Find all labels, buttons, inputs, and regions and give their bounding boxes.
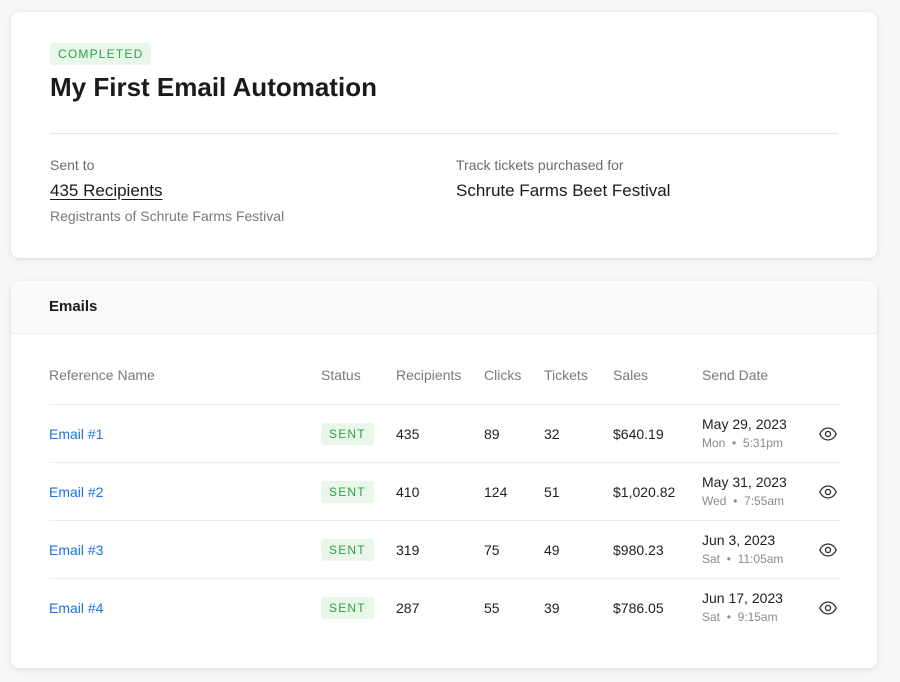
- separator-dot: •: [732, 436, 737, 450]
- eye-icon[interactable]: [819, 427, 837, 441]
- sales-amount: $980.23: [613, 542, 664, 558]
- column-header-sales: Sales: [613, 367, 649, 383]
- recipients-count: 319: [396, 542, 420, 558]
- send-date-detail: Wed • 7:55am: [702, 494, 787, 508]
- email-name-link[interactable]: Email #1: [49, 426, 103, 442]
- clicks-count: 75: [484, 542, 500, 558]
- column-header-clicks: Clicks: [484, 367, 522, 383]
- emails-card: Emails Reference Name Status Recipients …: [11, 281, 877, 668]
- table-row: Email #2 SENT 410 124 51 $1,020.82 May 3…: [49, 462, 840, 520]
- send-date: May 31, 2023 Wed • 7:55am: [702, 474, 787, 508]
- sales-amount: $1,020.82: [613, 484, 676, 500]
- send-date-detail: Sat • 9:15am: [702, 610, 783, 624]
- separator-dot: •: [733, 494, 738, 508]
- send-day: Mon: [702, 436, 726, 450]
- recipients-count: 410: [396, 484, 420, 500]
- separator-dot: •: [726, 610, 731, 624]
- recipients-link[interactable]: 435 Recipients: [50, 181, 162, 201]
- send-date: Jun 3, 2023 Sat • 11:05am: [702, 532, 783, 566]
- send-date-detail: Mon • 5:31pm: [702, 436, 787, 450]
- status-badge: SENT: [321, 597, 374, 619]
- send-time: 5:31pm: [742, 436, 783, 450]
- send-date-main: May 29, 2023: [702, 416, 787, 432]
- recipients-count: 435: [396, 426, 420, 442]
- email-name-link[interactable]: Email #2: [49, 484, 103, 500]
- status-badge: SENT: [321, 423, 374, 445]
- emails-section-title: Emails: [49, 298, 98, 315]
- table-row: Email #3 SENT 319 75 49 $980.23 Jun 3, 2…: [49, 520, 840, 578]
- eye-icon[interactable]: [819, 485, 837, 499]
- column-header-recipients: Recipients: [396, 367, 462, 383]
- sales-amount: $640.19: [613, 426, 664, 442]
- clicks-count: 89: [484, 426, 500, 442]
- tickets-count: 39: [544, 600, 560, 616]
- automation-summary-card: COMPLETED My First Email Automation Sent…: [11, 12, 877, 258]
- separator-dot: •: [726, 552, 731, 566]
- table-row: Email #1 SENT 435 89 32 $640.19 May 29, …: [49, 404, 840, 462]
- tickets-count: 49: [544, 542, 560, 558]
- send-date-main: Jun 17, 2023: [702, 590, 783, 606]
- status-badge: SENT: [321, 481, 374, 503]
- track-tickets-label: Track tickets purchased for: [456, 157, 624, 173]
- tickets-count: 51: [544, 484, 560, 500]
- tickets-count: 32: [544, 426, 560, 442]
- clicks-count: 55: [484, 600, 500, 616]
- sales-amount: $786.05: [613, 600, 664, 616]
- send-time: 11:05am: [737, 552, 784, 566]
- tracked-event-name: Schrute Farms Beet Festival: [456, 181, 671, 200]
- eye-icon[interactable]: [819, 543, 837, 557]
- email-name-link[interactable]: Email #3: [49, 542, 103, 558]
- column-header-send-date: Send Date: [702, 367, 769, 383]
- send-day: Sat: [702, 552, 721, 566]
- automation-status-badge: COMPLETED: [50, 43, 152, 65]
- column-header-reference-name: Reference Name: [49, 367, 155, 383]
- send-date-detail: Sat • 11:05am: [702, 552, 783, 566]
- emails-header: Emails: [11, 281, 877, 334]
- recipients-count: 287: [396, 600, 420, 616]
- send-day: Sat: [702, 610, 721, 624]
- email-name-link[interactable]: Email #4: [49, 600, 103, 616]
- recipients-description: Registrants of Schrute Farms Festival: [50, 208, 285, 224]
- send-date: Jun 17, 2023 Sat • 9:15am: [702, 590, 783, 624]
- clicks-count: 124: [484, 484, 508, 500]
- divider: [50, 133, 838, 134]
- page-title: My First Email Automation: [50, 72, 377, 102]
- sent-to-label: Sent to: [50, 157, 95, 173]
- column-header-status: Status: [321, 367, 361, 383]
- send-time: 7:55am: [744, 494, 785, 508]
- send-time: 9:15am: [737, 610, 778, 624]
- send-date: May 29, 2023 Mon • 5:31pm: [702, 416, 787, 450]
- column-header-tickets: Tickets: [544, 367, 588, 383]
- send-day: Wed: [702, 494, 727, 508]
- eye-icon[interactable]: [819, 601, 837, 615]
- status-badge: SENT: [321, 539, 374, 561]
- table-row: Email #4 SENT 287 55 39 $786.05 Jun 17, …: [49, 578, 840, 636]
- send-date-main: May 31, 2023: [702, 474, 787, 490]
- send-date-main: Jun 3, 2023: [702, 532, 776, 548]
